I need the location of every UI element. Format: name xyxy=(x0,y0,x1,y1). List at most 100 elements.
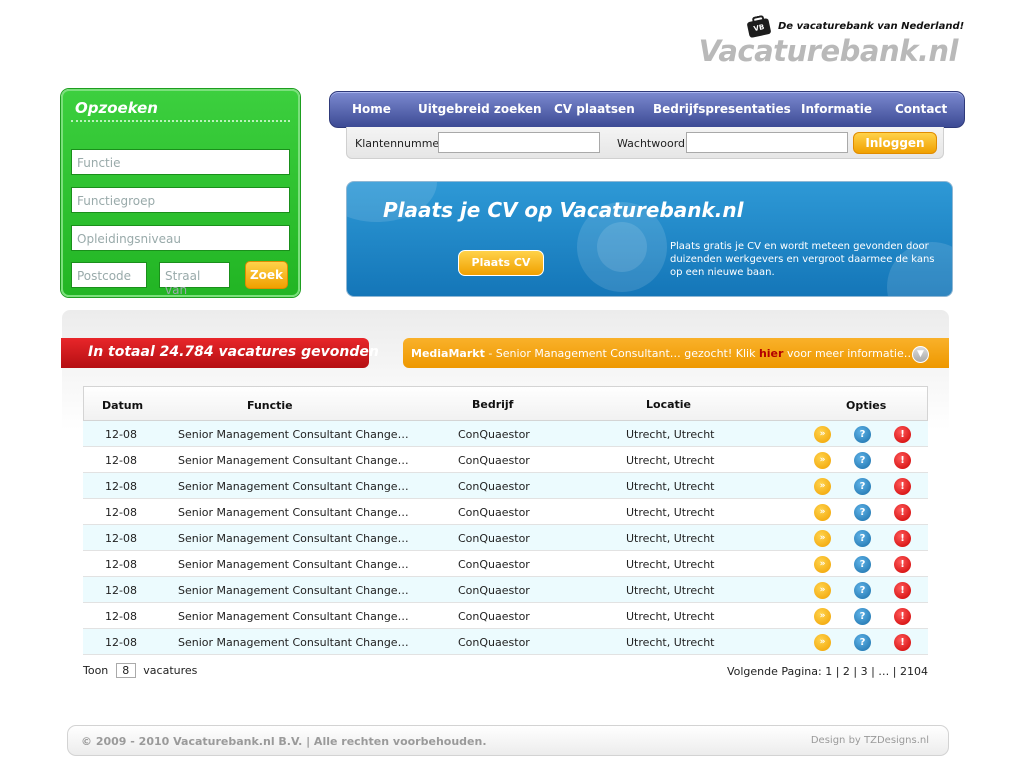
cell-functie: Senior Management Consultant Change… xyxy=(178,480,409,493)
cell-locatie: Utrecht, Utrecht xyxy=(626,480,715,493)
cell-datum: 12-08 xyxy=(105,610,137,623)
info-icon[interactable]: ? xyxy=(854,556,871,573)
info-icon[interactable]: ? xyxy=(854,504,871,521)
info-icon[interactable]: ? xyxy=(854,452,871,469)
column-header-bedrijf[interactable]: Bedrijf xyxy=(472,398,513,411)
info-icon[interactable]: ? xyxy=(854,608,871,625)
functie-input[interactable]: Functie xyxy=(71,149,290,175)
table-row[interactable]: 12-08 Senior Management Consultant Change… xyxy=(83,499,928,525)
alert-icon[interactable]: ! xyxy=(894,478,911,495)
info-icon[interactable]: ? xyxy=(854,582,871,599)
cell-datum: 12-08 xyxy=(105,428,137,441)
opleidingsniveau-input[interactable]: Opleidingsniveau xyxy=(71,225,290,251)
alert-icon[interactable]: ! xyxy=(894,556,911,573)
table-row[interactable]: 12-08 Senior Management Consultant Change… xyxy=(83,473,928,499)
chevron-down-icon[interactable]: ▼ xyxy=(912,346,929,363)
main-nav: Home Uitgebreid zoeken CV plaatsen Bedri… xyxy=(329,91,965,128)
cv-banner: Plaats je CV op Vacaturebank.nl Plaats C… xyxy=(346,181,953,297)
cell-bedrijf: ConQuaestor xyxy=(458,636,530,649)
cell-bedrijf: ConQuaestor xyxy=(458,480,530,493)
cell-functie: Senior Management Consultant Change… xyxy=(178,454,409,467)
info-icon[interactable]: ? xyxy=(854,478,871,495)
table-row[interactable]: 12-08 Senior Management Consultant Change… xyxy=(83,629,928,655)
column-header-locatie[interactable]: Locatie xyxy=(646,398,691,411)
cell-locatie: Utrecht, Utrecht xyxy=(626,454,715,467)
vacancy-table: Datum Functie Bedrijf Locatie Opties 12-… xyxy=(83,386,928,655)
column-header-datum[interactable]: Datum xyxy=(102,399,143,412)
nav-item-bedrijfspresentaties[interactable]: Bedrijfspresentaties xyxy=(653,102,791,116)
column-header-functie[interactable]: Functie xyxy=(247,399,293,412)
page-size-input[interactable]: 8 xyxy=(115,663,136,678)
cell-bedrijf: ConQuaestor xyxy=(458,454,530,467)
alert-icon[interactable]: ! xyxy=(894,634,911,651)
info-icon[interactable]: ? xyxy=(854,634,871,651)
vacatures-label: vacatures xyxy=(143,664,198,677)
cell-functie: Senior Management Consultant Change… xyxy=(178,636,409,649)
decoration xyxy=(597,222,647,272)
promo-company: MediaMarkt xyxy=(411,347,485,360)
klantennummer-input[interactable] xyxy=(438,132,600,153)
site-logo[interactable]: VB De vacaturebank van Nederland! Vacatu… xyxy=(698,17,964,70)
nav-item-uitgebreid-zoeken[interactable]: Uitgebreid zoeken xyxy=(418,102,542,116)
table-row[interactable]: 12-08 Senior Management Consultant Change… xyxy=(83,603,928,629)
search-title: Opzoeken xyxy=(75,99,158,117)
postcode-input[interactable]: Postcode xyxy=(71,262,147,288)
login-bar: Klantennummer: Wachtwoord: Inloggen xyxy=(346,127,944,159)
cell-functie: Senior Management Consultant Change… xyxy=(178,558,409,571)
table-row[interactable]: 12-08 Senior Management Consultant Change… xyxy=(83,447,928,473)
page-size-control: Toon 8 vacatures xyxy=(83,663,197,678)
info-icon[interactable]: ? xyxy=(854,530,871,547)
nav-item-cv-plaatsen[interactable]: CV plaatsen xyxy=(554,102,635,116)
details-arrow-icon[interactable]: » xyxy=(814,452,831,469)
tagline: De vacaturebank van Nederland! xyxy=(778,21,965,32)
alert-icon[interactable]: ! xyxy=(894,608,911,625)
wachtwoord-input[interactable] xyxy=(686,132,848,153)
straal-input[interactable]: Straal van xyxy=(159,262,230,297)
copyright: © 2009 - 2010 Vacaturebank.nl B.V. | All… xyxy=(81,735,487,748)
column-header-opties: Opties xyxy=(846,399,887,412)
nav-item-contact[interactable]: Contact xyxy=(895,102,947,116)
cell-datum: 12-08 xyxy=(105,506,137,519)
plaats-cv-button[interactable]: Plaats CV xyxy=(458,250,544,276)
table-row[interactable]: 12-08 Senior Management Consultant Change… xyxy=(83,551,928,577)
details-arrow-icon[interactable]: » xyxy=(814,504,831,521)
pagination[interactable]: Volgende Pagina: 1 | 2 | 3 | … | 2104 xyxy=(727,665,928,678)
details-arrow-icon[interactable]: » xyxy=(814,634,831,651)
table-row[interactable]: 12-08 Senior Management Consultant Change… xyxy=(83,525,928,551)
table-row[interactable]: 12-08 Senior Management Consultant Change… xyxy=(83,577,928,603)
nav-item-home[interactable]: Home xyxy=(352,102,391,116)
functiegroep-input[interactable]: Functiegroep xyxy=(71,187,290,213)
cell-datum: 12-08 xyxy=(105,636,137,649)
details-arrow-icon[interactable]: » xyxy=(814,608,831,625)
details-arrow-icon[interactable]: » xyxy=(814,582,831,599)
table-row[interactable]: 12-08 Senior Management Consultant Change… xyxy=(83,421,928,447)
cell-locatie: Utrecht, Utrecht xyxy=(626,558,715,571)
cell-datum: 12-08 xyxy=(105,454,137,467)
promo-link[interactable]: hier xyxy=(759,347,784,360)
alert-icon[interactable]: ! xyxy=(894,530,911,547)
nav-item-informatie[interactable]: Informatie xyxy=(801,102,872,116)
inloggen-button[interactable]: Inloggen xyxy=(853,132,937,154)
cell-functie: Senior Management Consultant Change… xyxy=(178,584,409,597)
cell-locatie: Utrecht, Utrecht xyxy=(626,428,715,441)
details-arrow-icon[interactable]: » xyxy=(814,426,831,443)
cell-locatie: Utrecht, Utrecht xyxy=(626,506,715,519)
results-total: In totaal 24.784 vacatures gevonden xyxy=(61,338,379,368)
alert-icon[interactable]: ! xyxy=(894,504,911,521)
wachtwoord-label: Wachtwoord: xyxy=(617,137,689,150)
details-arrow-icon[interactable]: » xyxy=(814,556,831,573)
banner-title: Plaats je CV op Vacaturebank.nl xyxy=(383,198,744,222)
cell-bedrijf: ConQuaestor xyxy=(458,532,530,545)
designer-credit[interactable]: Design by TZDesigns.nl xyxy=(811,735,929,746)
cell-locatie: Utrecht, Utrecht xyxy=(626,584,715,597)
promo-bar: MediaMarkt - Senior Management Consultan… xyxy=(403,338,949,368)
alert-icon[interactable]: ! xyxy=(894,452,911,469)
search-panel: Opzoeken Functie Functiegroep Opleidings… xyxy=(61,89,300,297)
alert-icon[interactable]: ! xyxy=(894,426,911,443)
alert-icon[interactable]: ! xyxy=(894,582,911,599)
details-arrow-icon[interactable]: » xyxy=(814,530,831,547)
details-arrow-icon[interactable]: » xyxy=(814,478,831,495)
info-icon[interactable]: ? xyxy=(854,426,871,443)
zoek-button[interactable]: Zoek xyxy=(245,261,288,289)
table-header: Datum Functie Bedrijf Locatie Opties xyxy=(83,386,928,421)
